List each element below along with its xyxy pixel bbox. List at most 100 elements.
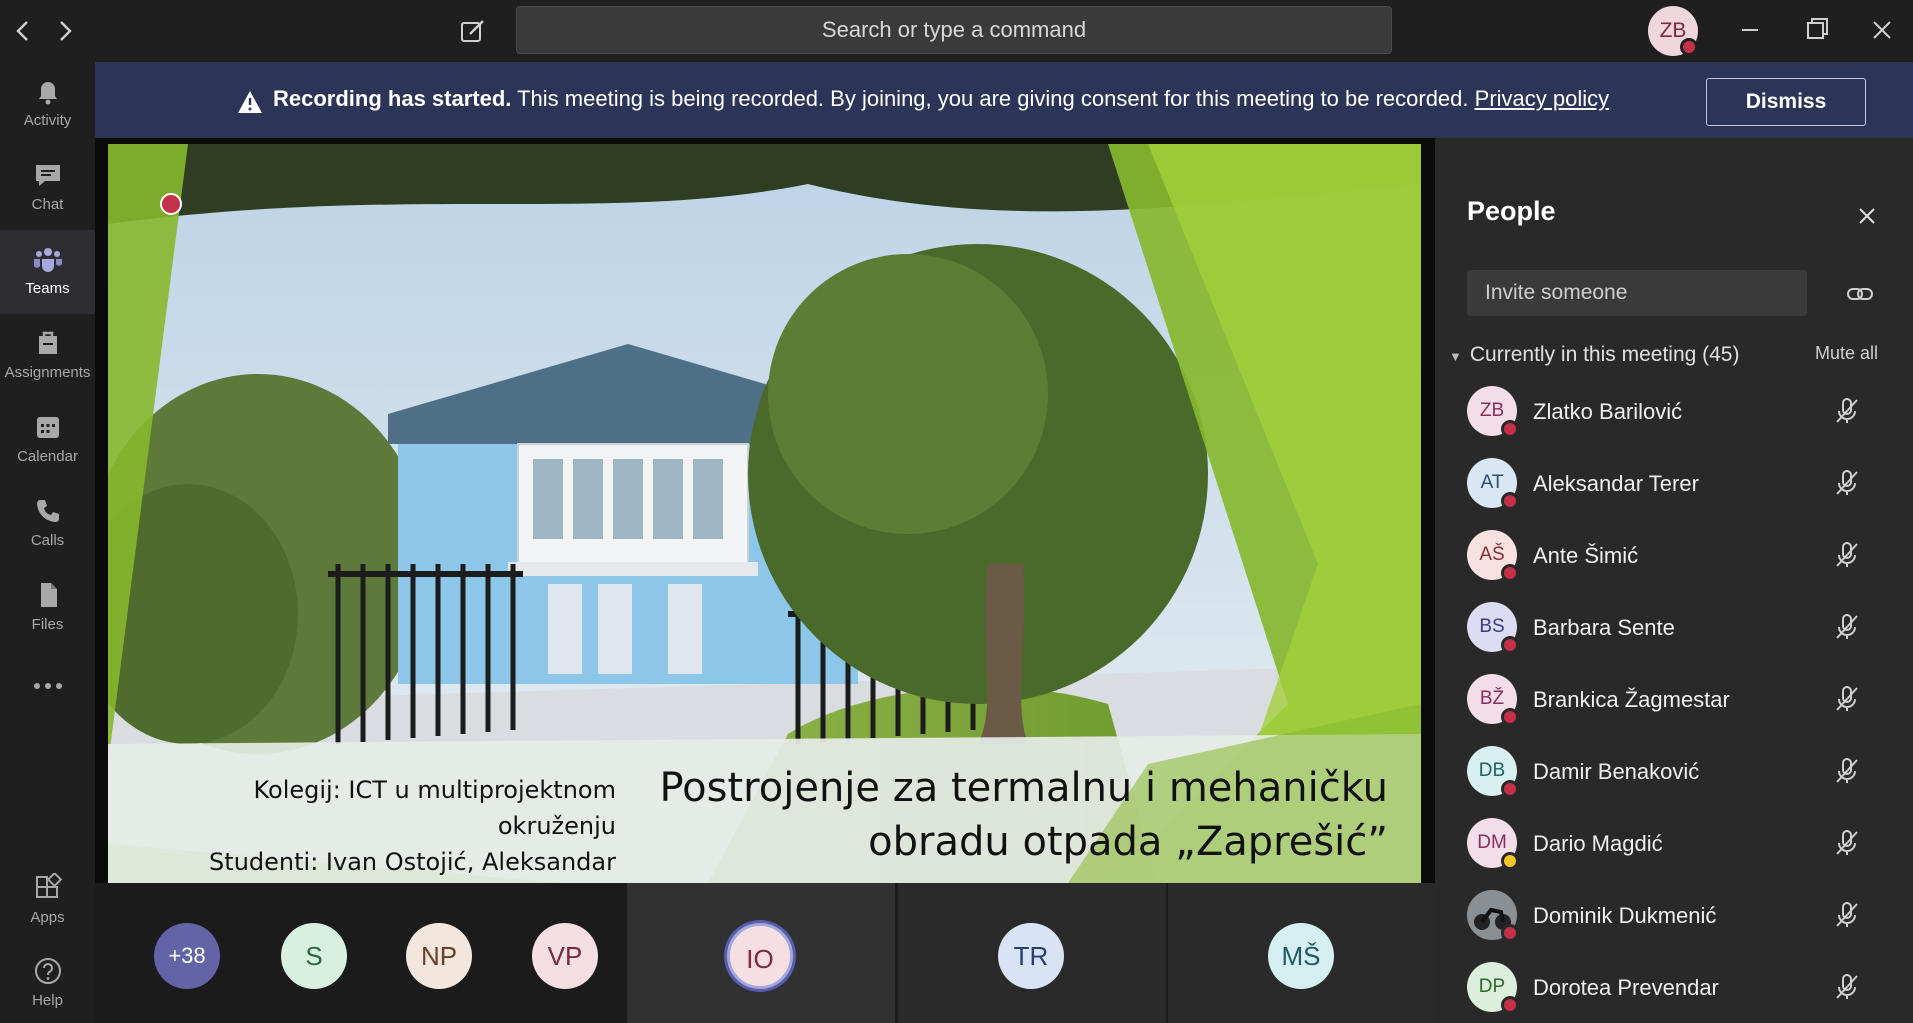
participant-row[interactable]: DB Damir Benaković bbox=[1467, 738, 1897, 810]
do-not-disturb-status-dot bbox=[1501, 564, 1519, 582]
calendar-icon bbox=[36, 417, 59, 438]
chevron-left-icon bbox=[16, 21, 28, 41]
restore-icon bbox=[1807, 18, 1828, 39]
participant-avatar: TR bbox=[998, 923, 1064, 989]
people-pane: People Invite someone ▼ Currently in this… bbox=[1435, 138, 1913, 1023]
mic-muted-icon bbox=[1836, 974, 1858, 999]
slide-title-line2: obradu otpada „Zaprešić” bbox=[868, 819, 1388, 865]
forward-button[interactable] bbox=[48, 14, 82, 48]
restore-button[interactable] bbox=[1795, 10, 1839, 50]
mic-muted-icon bbox=[1836, 398, 1858, 423]
participant-row[interactable]: AT Aleksandar Terer bbox=[1467, 450, 1897, 522]
help-icon bbox=[34, 958, 61, 984]
rail-item-assignments[interactable]: Assignments bbox=[0, 314, 95, 398]
rail-label: Calls bbox=[30, 532, 65, 549]
new-chat-button[interactable] bbox=[456, 14, 490, 48]
rail-label: Chat bbox=[31, 196, 64, 213]
mic-muted-icon bbox=[1836, 830, 1858, 855]
mute-all-button[interactable]: Mute all bbox=[1815, 343, 1878, 364]
close-window-button[interactable] bbox=[1860, 10, 1904, 50]
more-apps-button[interactable] bbox=[0, 662, 95, 712]
section-label: Currently in this meeting (45) bbox=[1469, 343, 1740, 366]
video-tile[interactable]: MŠ bbox=[1168, 883, 1436, 1023]
rail-label: Help bbox=[32, 992, 63, 1009]
rail-item-activity[interactable]: Activity bbox=[0, 62, 95, 146]
participant-row[interactable]: BS Barbara Sente bbox=[1467, 594, 1897, 666]
busy-status-dot bbox=[1680, 38, 1698, 56]
warning-icon bbox=[238, 91, 262, 113]
phone-icon bbox=[36, 500, 59, 522]
back-button[interactable] bbox=[6, 14, 40, 48]
rail-item-help[interactable]: Help bbox=[0, 942, 95, 1023]
busy-status-dot bbox=[1501, 708, 1519, 726]
app-rail: Activity Chat Teams Assignments Calendar… bbox=[0, 62, 95, 1023]
recording-description: This meeting is being recorded. By joini… bbox=[511, 86, 1475, 111]
bell-icon bbox=[38, 82, 57, 105]
away-status-dot bbox=[1501, 852, 1519, 870]
dismiss-button[interactable]: Dismiss bbox=[1706, 78, 1866, 126]
participant-row[interactable]: BŽ Brankica Žagmestar bbox=[1467, 666, 1897, 738]
people-title: People bbox=[1467, 196, 1556, 226]
participant-row[interactable]: DM Dario Magdić bbox=[1467, 810, 1897, 882]
rail-item-calendar[interactable]: Calendar bbox=[0, 398, 95, 482]
minimize-icon bbox=[1742, 29, 1758, 31]
participant-row[interactable]: ZB Zlatko Barilović bbox=[1467, 378, 1897, 450]
rail-label: Calendar bbox=[17, 448, 78, 465]
invite-input[interactable]: Invite someone bbox=[1467, 270, 1807, 316]
busy-status-dot bbox=[1501, 636, 1519, 654]
participant-name: Dario Magdić bbox=[1533, 831, 1663, 856]
video-tile[interactable]: TR bbox=[898, 883, 1166, 1023]
close-people-button[interactable] bbox=[1849, 198, 1885, 234]
participant-avatar: MŠ bbox=[1268, 923, 1334, 989]
slide-title-line1: Postrojenje za termalnu i mehaničku bbox=[659, 765, 1388, 811]
video-tile[interactable]: IO bbox=[627, 883, 895, 1023]
search-input[interactable]: Search or type a command bbox=[516, 6, 1392, 54]
mic-muted-icon bbox=[1836, 686, 1858, 711]
meeting-section-header[interactable]: ▼ Currently in this meeting (45) bbox=[1449, 343, 1739, 367]
apps-icon bbox=[35, 873, 62, 898]
rail-label: Assignments bbox=[4, 364, 91, 381]
participant-row[interactable]: DP Dorotea Prevendar bbox=[1467, 954, 1897, 1023]
mic-muted-icon bbox=[1836, 542, 1858, 567]
rail-label: Teams bbox=[25, 280, 70, 297]
more-icon bbox=[33, 683, 62, 689]
participant-name: Zlatko Barilović bbox=[1533, 399, 1683, 424]
minimize-button[interactable] bbox=[1728, 10, 1772, 50]
more-participants-button[interactable]: +38 bbox=[154, 923, 220, 989]
rail-item-apps[interactable]: Apps bbox=[0, 859, 95, 943]
rail-label: Activity bbox=[23, 112, 72, 129]
busy-status-dot bbox=[1501, 420, 1519, 438]
busy-status-dot bbox=[1501, 492, 1519, 510]
busy-status-dot bbox=[1501, 780, 1519, 798]
participant-row[interactable]: AŠ Ante Šimić bbox=[1467, 522, 1897, 594]
title-bar: Search or type a command ZB bbox=[0, 0, 1913, 62]
chevron-right-icon bbox=[60, 21, 72, 41]
compose-icon bbox=[461, 20, 484, 42]
participant-tile[interactable]: VP bbox=[532, 923, 598, 989]
teams-icon bbox=[33, 248, 62, 272]
busy-status-dot bbox=[1501, 996, 1519, 1014]
assignments-icon bbox=[38, 331, 57, 354]
participant-name: Dorotea Prevendar bbox=[1533, 975, 1719, 1000]
mic-muted-icon bbox=[1836, 614, 1858, 639]
share-invite-link-button[interactable] bbox=[1845, 280, 1875, 308]
shared-content-stage: Kolegij: ICT u multiprojektnom okruženju… bbox=[95, 138, 1435, 883]
rail-item-calls[interactable]: Calls bbox=[0, 482, 95, 566]
participant-name: Brankica Žagmestar bbox=[1533, 687, 1730, 712]
close-icon bbox=[1859, 208, 1875, 224]
recording-title: Recording has started. bbox=[273, 86, 512, 111]
rail-label: Apps bbox=[30, 909, 65, 926]
participant-name: Barbara Sente bbox=[1533, 615, 1675, 640]
participant-strip: +38 S NP VP IO TR MŠ bbox=[95, 883, 1436, 1023]
recording-banner: Recording has started. This meeting is b… bbox=[95, 62, 1913, 138]
participant-name: Damir Benaković bbox=[1533, 759, 1700, 784]
rail-item-chat[interactable]: Chat bbox=[0, 146, 95, 230]
privacy-policy-link[interactable]: Privacy policy bbox=[1475, 86, 1609, 111]
rail-item-files[interactable]: Files bbox=[0, 566, 95, 650]
rail-item-teams[interactable]: Teams bbox=[0, 230, 95, 314]
participant-row[interactable]: Dominik Dukmenić bbox=[1467, 882, 1897, 954]
caret-down-icon: ▼ bbox=[1449, 349, 1462, 364]
slide-title: Postrojenje za termalnu i mehaničku obra… bbox=[528, 761, 1388, 869]
participant-tile[interactable]: S bbox=[281, 923, 347, 989]
participant-tile[interactable]: NP bbox=[406, 923, 472, 989]
